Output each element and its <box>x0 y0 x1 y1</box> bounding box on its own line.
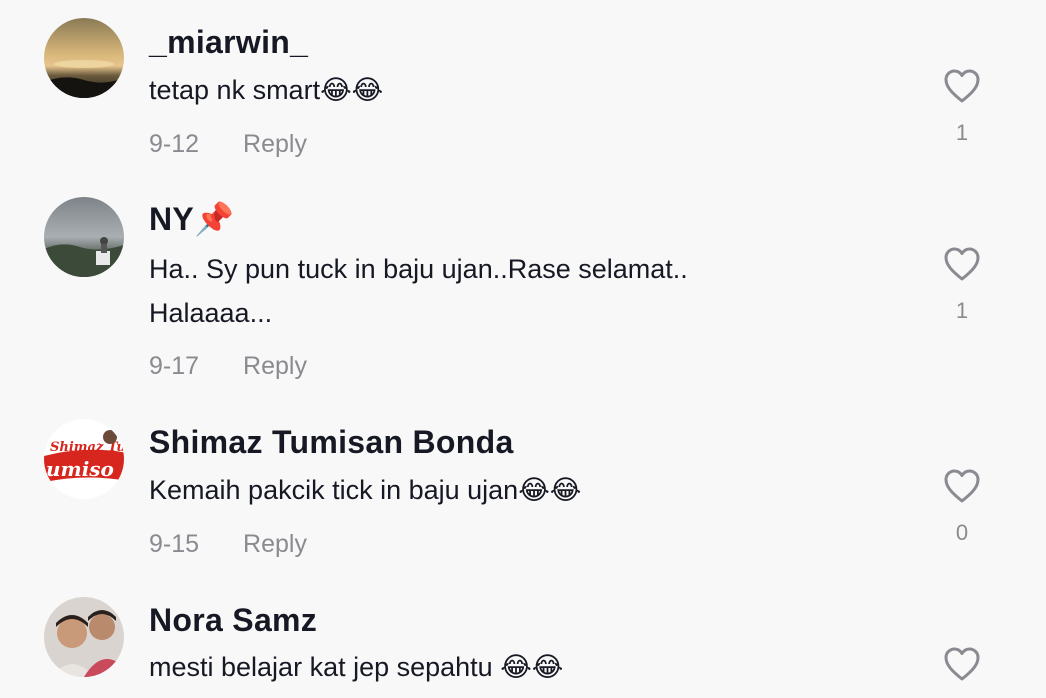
like-count: 0 <box>955 520 969 545</box>
comment-text: Kemaih pakcik tick in baju ujan😂😂 <box>149 475 582 505</box>
comment-text: tetap nk smart😂😂 <box>149 75 384 105</box>
comment-username[interactable]: Nora Samz <box>149 600 317 640</box>
comment-date: 9-12 <box>149 130 200 158</box>
avatar[interactable] <box>44 197 124 277</box>
like-count: 1 <box>955 298 969 323</box>
svg-text:umiso: umiso <box>46 457 114 481</box>
avatar[interactable] <box>44 597 124 677</box>
comment-date: 9-15 <box>149 530 200 558</box>
reply-button[interactable]: Reply <box>243 130 307 158</box>
like-button[interactable] <box>940 646 984 682</box>
like-button[interactable] <box>940 468 984 504</box>
like-button[interactable] <box>940 68 984 104</box>
comment-username[interactable]: Shimaz Tumisan Bonda <box>149 422 514 462</box>
like-button[interactable] <box>940 246 984 282</box>
heart-outline-icon <box>944 647 980 681</box>
comment-text: mesti belajar kat jep sepahtu 😂😂 <box>149 652 564 682</box>
comment-meta: 9-12 Reply <box>149 128 307 160</box>
heart-outline-icon <box>944 469 980 503</box>
comment-username[interactable]: NY📌 <box>149 199 234 239</box>
comment-meta: 9-17 Reply <box>149 350 307 382</box>
reply-button[interactable]: Reply <box>243 530 307 558</box>
heart-outline-icon <box>944 69 980 103</box>
comment-date: 9-17 <box>149 352 200 380</box>
avatar[interactable] <box>44 18 124 98</box>
reply-button[interactable]: Reply <box>243 352 307 380</box>
comment-meta: 9-15 Reply <box>149 528 307 560</box>
heart-outline-icon <box>944 247 980 281</box>
avatar[interactable]: Shimaz Tumisan umiso <box>44 419 124 499</box>
comment-username[interactable]: _miarwin_ <box>149 22 308 62</box>
like-count: 1 <box>955 120 969 145</box>
comment-text: Ha.. Sy pun tuck in baju ujan..Rase sela… <box>149 254 688 328</box>
